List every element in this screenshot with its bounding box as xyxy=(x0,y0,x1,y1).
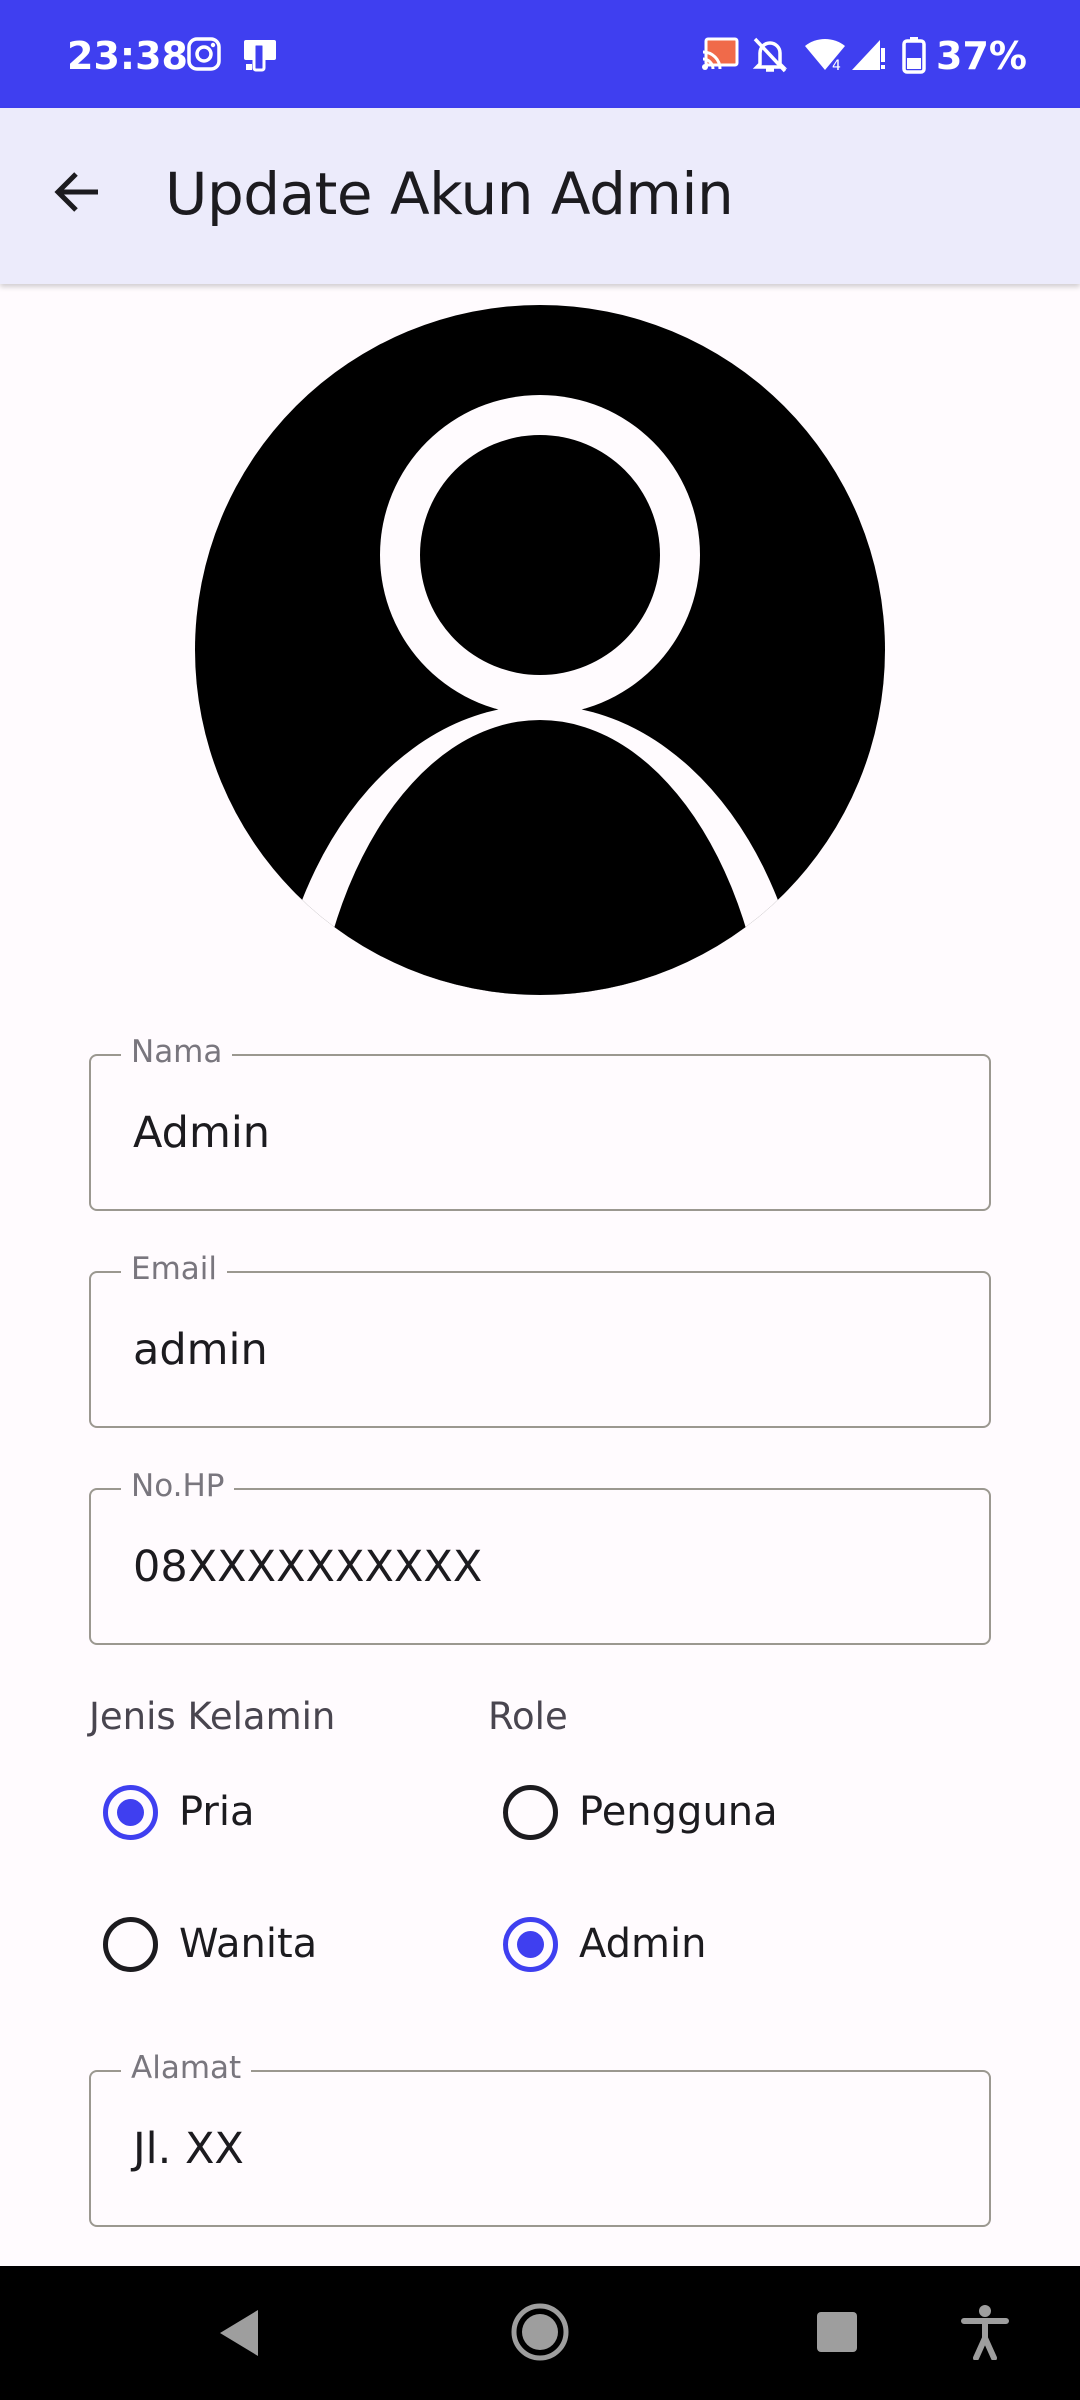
radio-admin-label: Admin xyxy=(579,1921,707,1967)
nav-back-icon[interactable] xyxy=(214,2306,264,2365)
radio-wanita-button[interactable] xyxy=(103,1916,158,1972)
radio-admin-button[interactable] xyxy=(503,1916,558,1972)
nama-field[interactable]: Nama Admin xyxy=(89,1034,991,1211)
nohp-input[interactable]: 08XXXXXXXXXX xyxy=(133,1542,933,1592)
email-field[interactable]: Email admin xyxy=(89,1251,991,1428)
bell-off-icon xyxy=(752,36,788,79)
jenis-kelamin-title: Jenis Kelamin xyxy=(89,1695,336,1738)
back-button[interactable] xyxy=(36,152,120,236)
nama-label: Nama xyxy=(121,1034,233,1070)
alamat-field[interactable]: Alamat Jl. XX xyxy=(89,2050,991,2227)
avatar[interactable] xyxy=(195,305,885,995)
radio-wanita[interactable]: Wanita xyxy=(103,1909,317,1979)
radio-pria[interactable]: Pria xyxy=(103,1777,255,1847)
email-input[interactable]: admin xyxy=(133,1325,933,1375)
navigation-bar xyxy=(0,2266,1080,2400)
battery-percent: 37% xyxy=(936,34,1027,78)
nama-input[interactable]: Admin xyxy=(133,1108,933,1158)
radio-pengguna-label: Pengguna xyxy=(579,1789,778,1835)
email-label: Email xyxy=(121,1251,228,1287)
cast-icon xyxy=(700,36,740,77)
signal-icon xyxy=(850,36,886,77)
accessibility-icon[interactable] xyxy=(960,2304,1010,2365)
page-title: Update Akun Admin xyxy=(165,160,734,228)
radio-pria-label: Pria xyxy=(179,1789,255,1835)
svg-text:4: 4 xyxy=(832,58,841,72)
nav-recents-icon[interactable] xyxy=(815,2310,859,2359)
radio-admin[interactable]: Admin xyxy=(503,1909,706,1979)
status-bar: 23:38 4 37% xyxy=(0,0,1080,108)
battery-icon xyxy=(902,36,926,79)
person-circle-icon xyxy=(195,305,885,999)
instagram-icon xyxy=(186,36,222,77)
nav-home-icon[interactable] xyxy=(510,2302,570,2367)
radio-wanita-label: Wanita xyxy=(179,1921,318,1967)
role-title: Role xyxy=(488,1695,568,1738)
radio-pengguna-button[interactable] xyxy=(503,1784,558,1840)
app-bar: Update Akun Admin xyxy=(0,108,1080,284)
radio-pria-button[interactable] xyxy=(103,1784,158,1840)
alamat-label: Alamat xyxy=(121,2050,252,2086)
device-icon xyxy=(240,36,280,79)
wifi-icon: 4 xyxy=(804,36,846,77)
radio-pengguna[interactable]: Pengguna xyxy=(503,1777,778,1847)
arrow-left-icon xyxy=(54,170,102,219)
nohp-field[interactable]: No.HP 08XXXXXXXXXX xyxy=(89,1468,991,1645)
status-time: 23:38 xyxy=(67,34,188,78)
alamat-input[interactable]: Jl. XX xyxy=(133,2124,933,2174)
nohp-label: No.HP xyxy=(121,1468,235,1504)
